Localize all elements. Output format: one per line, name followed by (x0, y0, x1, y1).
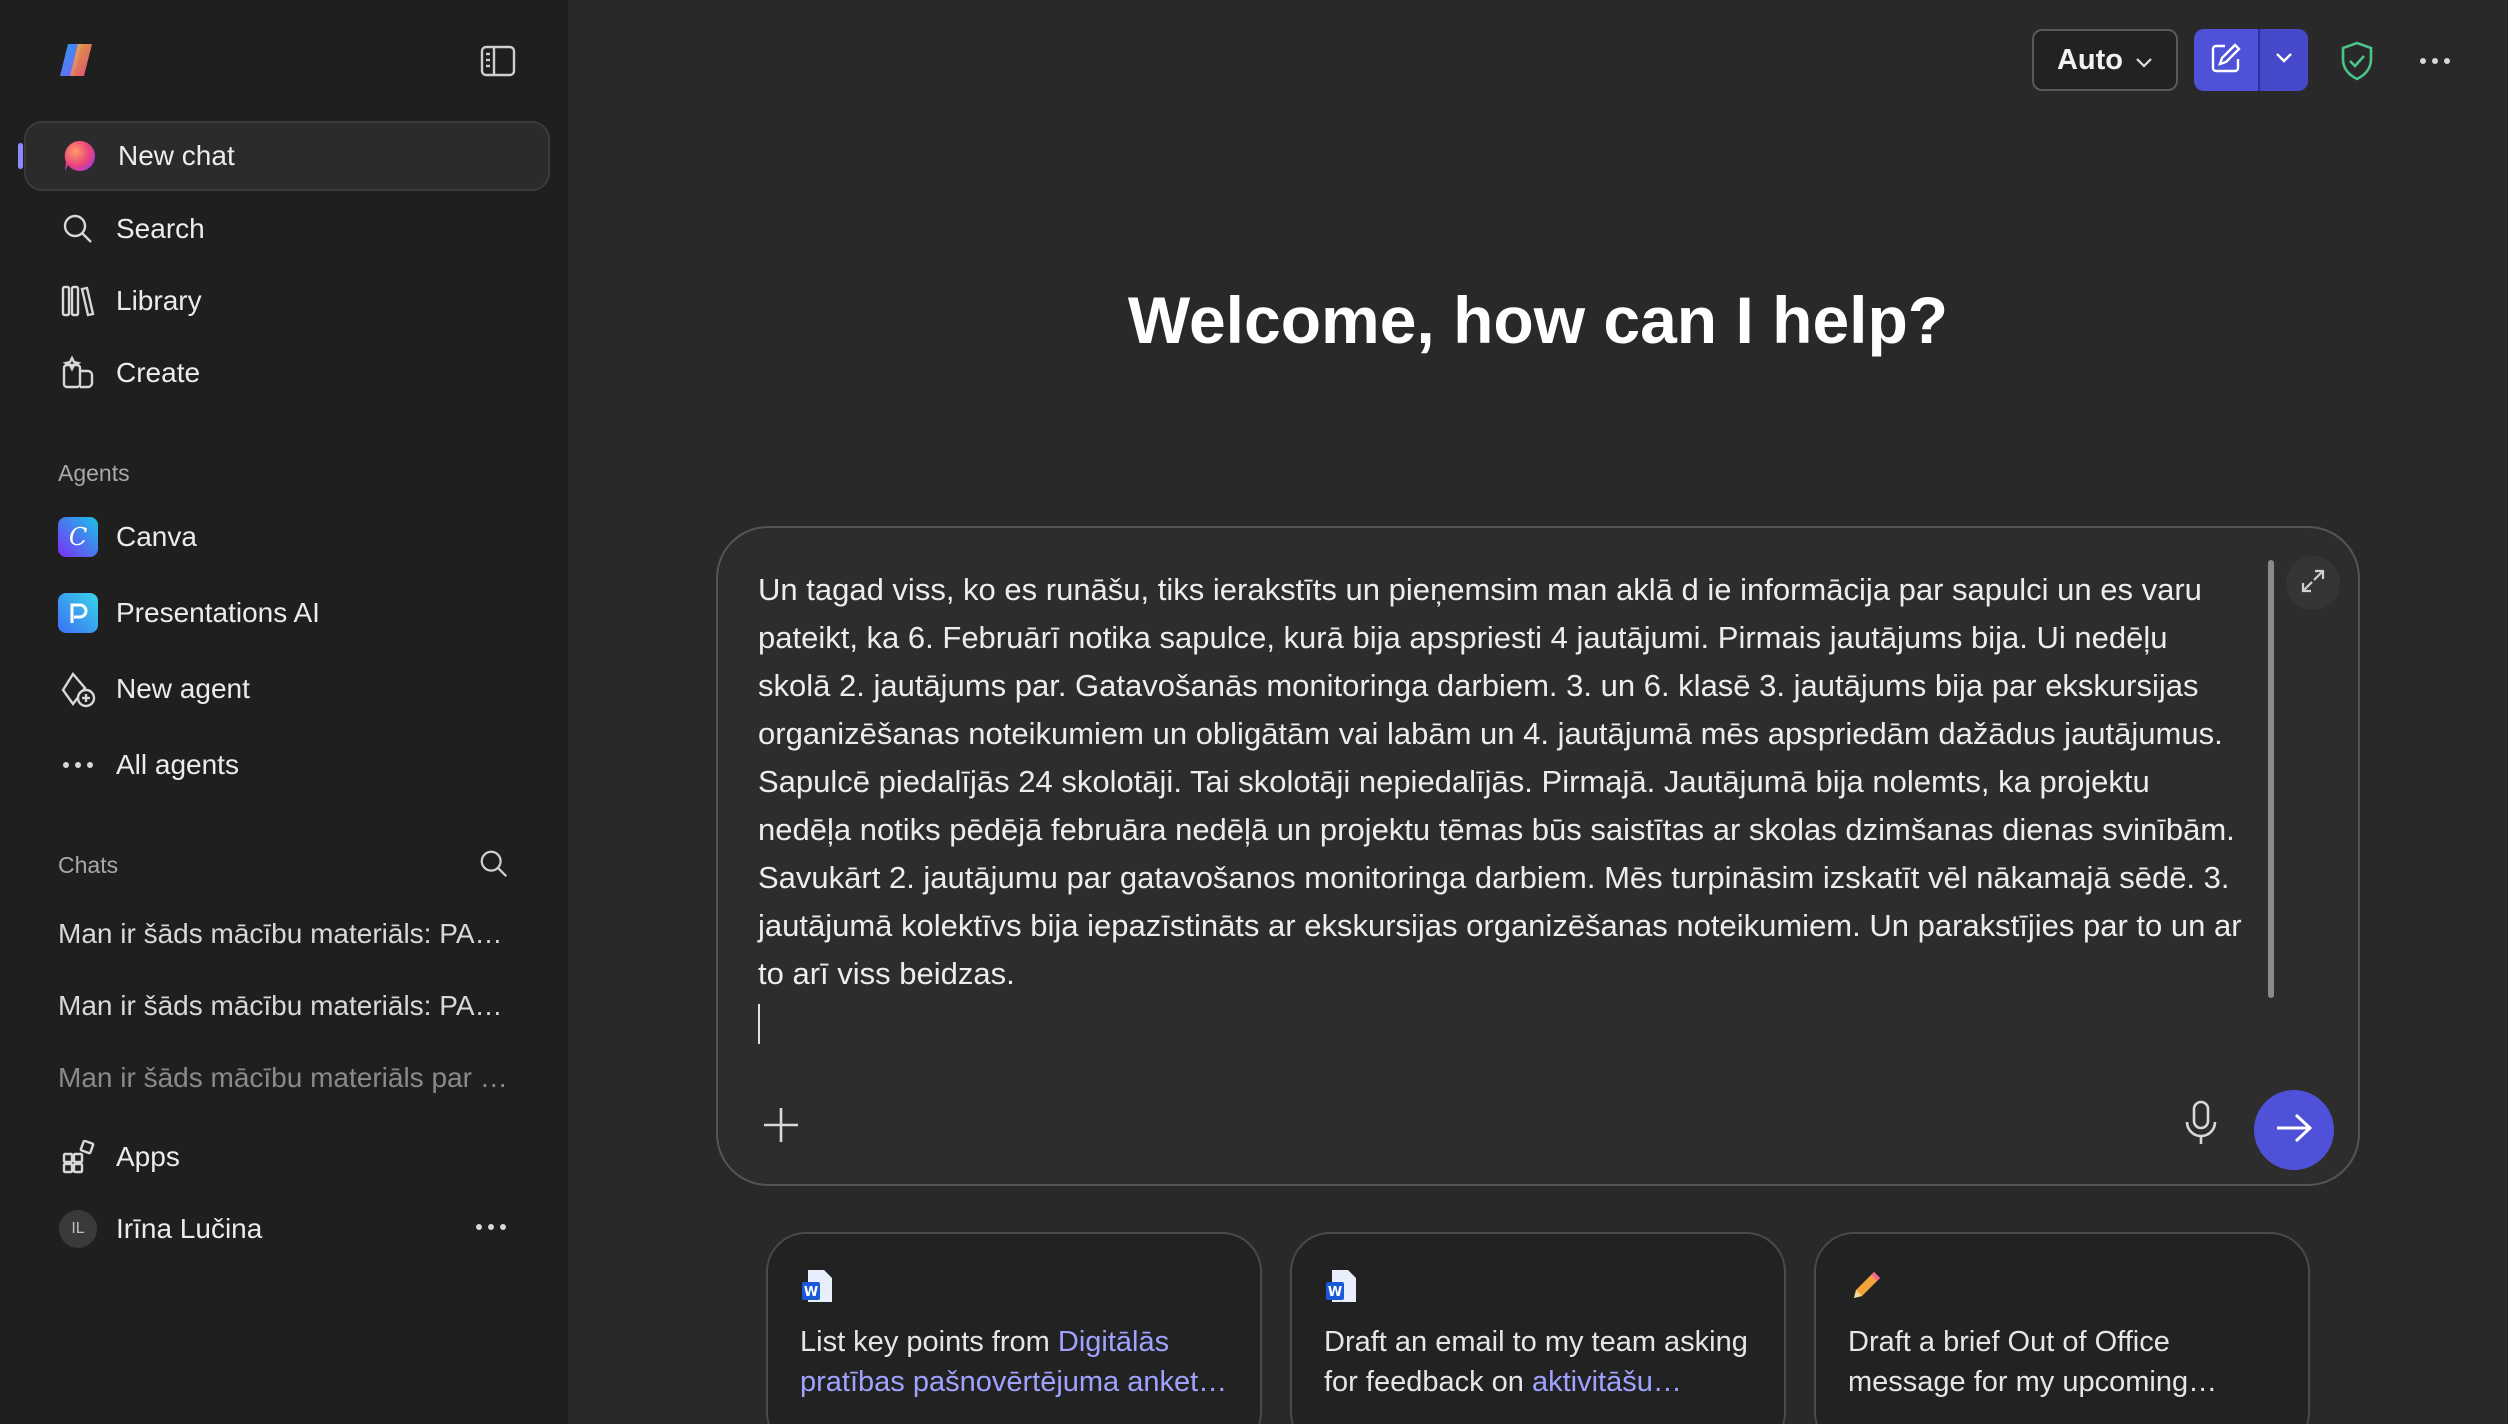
all-agents-button[interactable]: All agents (24, 730, 550, 800)
send-button[interactable] (2254, 1090, 2334, 1170)
active-indicator (18, 143, 23, 169)
nav-label-search: Search (116, 213, 205, 244)
microphone-button[interactable] (2178, 1098, 2224, 1150)
svg-text:W: W (804, 1285, 818, 1300)
avatar-wrapper: IL (58, 1209, 98, 1249)
create-icon (58, 353, 98, 393)
suggestion-text: Draft a brief Out of Office message for … (1848, 1322, 2278, 1402)
new-agent-button[interactable]: New agent (24, 654, 550, 724)
sidebar-toggle-icon[interactable] (478, 43, 518, 79)
text-caret (758, 1004, 760, 1044)
chat-history-item[interactable]: Man ir šāds mācību materiāls: PAMATINFOR… (58, 990, 518, 1022)
svg-text:W: W (1328, 1285, 1342, 1300)
compose-dropdown-button[interactable] (2260, 29, 2308, 91)
chats-section-label: Chats (58, 852, 119, 878)
page-title: Welcome, how can I help? (1127, 283, 1949, 357)
user-name: Irīna Lučina (116, 1213, 263, 1244)
shield-check-icon[interactable] (2338, 40, 2376, 82)
user-more-options-icon[interactable] (474, 1212, 514, 1242)
library-icon (58, 281, 98, 321)
nav-label-new-chat: New chat (118, 140, 235, 171)
plus-icon (758, 1108, 804, 1152)
sidebar: New chat Search Library Create Agents C … (0, 0, 568, 1424)
nav-label-library: Library (116, 285, 202, 316)
user-profile-button[interactable]: IL Irīna Lučina (24, 1194, 550, 1264)
more-dots-icon (58, 745, 98, 785)
suggestion-text: Draft an email to my team asking for fee… (1324, 1322, 1754, 1402)
chevron-down-icon (2135, 44, 2153, 77)
library-button[interactable]: Library (24, 266, 550, 336)
suggestion-prefix: List key points from (800, 1326, 1058, 1358)
suggestion-card[interactable]: W Draft an email to my team asking for f… (1290, 1232, 1786, 1424)
nav-label-create: Create (116, 357, 201, 388)
compose-button[interactable] (2194, 29, 2258, 91)
copilot-logo-icon[interactable] (56, 40, 100, 80)
compose-icon (2209, 41, 2243, 80)
canva-icon: C (58, 517, 98, 557)
apps-label: Apps (116, 1141, 180, 1172)
search-button[interactable]: Search (24, 194, 550, 264)
more-options-icon[interactable] (2418, 46, 2458, 76)
avatar: IL (59, 1210, 97, 1248)
suggestion-prefix: Draft a brief Out of Office message for … (1848, 1326, 2218, 1398)
apps-button[interactable]: Apps (24, 1122, 550, 1192)
pencil-icon (1848, 1268, 1884, 1304)
apps-icon (58, 1137, 98, 1177)
copilot-orb-icon (60, 136, 100, 176)
agent-canva[interactable]: C Canva (24, 502, 550, 572)
suggestion-text: List key points from Digitālās pratības … (800, 1322, 1230, 1402)
new-agent-label: New agent (116, 673, 250, 704)
message-input-text: Un tagad viss, ko es runāšu, tiks ieraks… (758, 572, 2242, 991)
message-input[interactable]: Un tagad viss, ko es runāšu, tiks ieraks… (758, 566, 2248, 1044)
chevron-down-icon (2275, 51, 2293, 69)
search-icon (58, 209, 98, 249)
arrow-right-icon (2274, 1111, 2314, 1150)
word-doc-icon: W (800, 1268, 836, 1304)
all-agents-label: All agents (116, 749, 239, 780)
expand-composer-button[interactable] (2286, 556, 2340, 610)
agent-label-canva: Canva (116, 521, 197, 552)
agents-section-label: Agents (58, 460, 130, 486)
add-attachment-button[interactable] (758, 1102, 804, 1148)
suggestion-card[interactable]: W List key points from Digitālās pratība… (766, 1232, 1262, 1424)
expand-icon (2299, 567, 2327, 600)
presentations-ai-icon (58, 593, 98, 633)
word-doc-icon: W (1324, 1268, 1360, 1304)
new-compose-split-button (2194, 29, 2308, 91)
chats-search-icon[interactable] (478, 848, 518, 888)
message-composer: Un tagad viss, ko es runāšu, tiks ieraks… (716, 526, 2360, 1186)
chat-history-item[interactable]: Man ir šāds mācību materiāls par digitāl… (58, 1062, 518, 1094)
microphone-icon (2178, 1100, 2224, 1154)
create-button[interactable]: Create (24, 338, 550, 408)
mode-selector-button[interactable]: Auto (2032, 29, 2178, 91)
chat-history-item[interactable]: Man ir šāds mācību materiāls: PAMATINFOR… (58, 918, 518, 950)
composer-scrollbar[interactable] (2268, 560, 2274, 998)
svg-text:C: C (69, 523, 87, 551)
suggestion-card[interactable]: Draft a brief Out of Office message for … (1814, 1232, 2310, 1424)
suggestion-file-link[interactable]: aktivitāšu… (1532, 1366, 1682, 1398)
mode-selector-label: Auto (2056, 43, 2124, 76)
new-agent-icon (58, 669, 98, 709)
agent-presentations-ai[interactable]: Presentations AI (24, 578, 550, 648)
new-chat-button[interactable]: New chat (24, 121, 550, 191)
agent-label-presentations-ai: Presentations AI (116, 597, 320, 628)
